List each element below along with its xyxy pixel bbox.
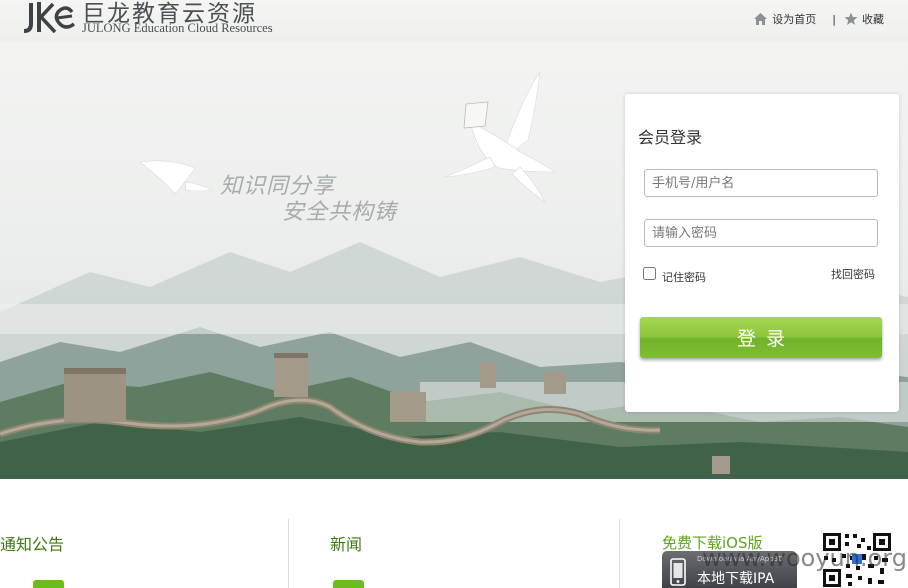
favorite-label: 收藏 bbox=[862, 13, 884, 26]
remember-password[interactable]: 记住密码 bbox=[643, 265, 706, 284]
dove-small bbox=[139, 160, 213, 195]
divider bbox=[288, 519, 289, 588]
remember-label: 记住密码 bbox=[662, 271, 706, 284]
login-page: 巨龙教育云资源 JULONG Education Cloud Resources… bbox=[0, 0, 908, 588]
slogan-line-2: 安全共构铸 bbox=[282, 200, 398, 225]
news-more-tab[interactable] bbox=[333, 580, 364, 588]
login-panel: 会员登录 记住密码 找回密码 登录 bbox=[625, 94, 899, 412]
top-separator: | bbox=[832, 12, 836, 26]
password-input[interactable] bbox=[644, 219, 878, 247]
phone-icon bbox=[670, 558, 686, 586]
notice-more-tab[interactable] bbox=[33, 580, 64, 588]
watermark: www.wooyun.org bbox=[702, 544, 907, 572]
remember-checkbox[interactable] bbox=[643, 266, 656, 280]
forgot-password-link[interactable]: 找回密码 bbox=[831, 266, 875, 282]
home-icon bbox=[754, 13, 768, 25]
notice-section-title[interactable]: 通知公告 bbox=[0, 531, 64, 555]
favorite-link[interactable]: 收藏 bbox=[844, 11, 884, 27]
login-button[interactable]: 登录 bbox=[640, 317, 882, 358]
news-section-title[interactable]: 新闻 bbox=[330, 531, 362, 555]
set-home-label: 设为首页 bbox=[772, 13, 817, 26]
divider bbox=[619, 519, 620, 588]
set-home-link[interactable]: 设为首页 bbox=[753, 11, 816, 27]
dove-large bbox=[444, 71, 556, 203]
login-title: 会员登录 bbox=[638, 128, 703, 147]
logo-mark-icon bbox=[23, 2, 76, 34]
logo-text-en: JULONG Education Cloud Resources bbox=[82, 21, 273, 35]
header: 巨龙教育云资源 JULONG Education Cloud Resources… bbox=[0, 0, 908, 42]
bottom-section: 通知公告 新闻 免费下载iOS版 Download via AnyApp3D 本… bbox=[0, 479, 908, 588]
username-input[interactable] bbox=[644, 169, 878, 197]
top-links: 设为首页 | 收藏 bbox=[753, 11, 884, 27]
star-icon bbox=[844, 12, 858, 25]
site-logo[interactable]: 巨龙教育云资源 JULONG Education Cloud Resources bbox=[22, 0, 312, 40]
